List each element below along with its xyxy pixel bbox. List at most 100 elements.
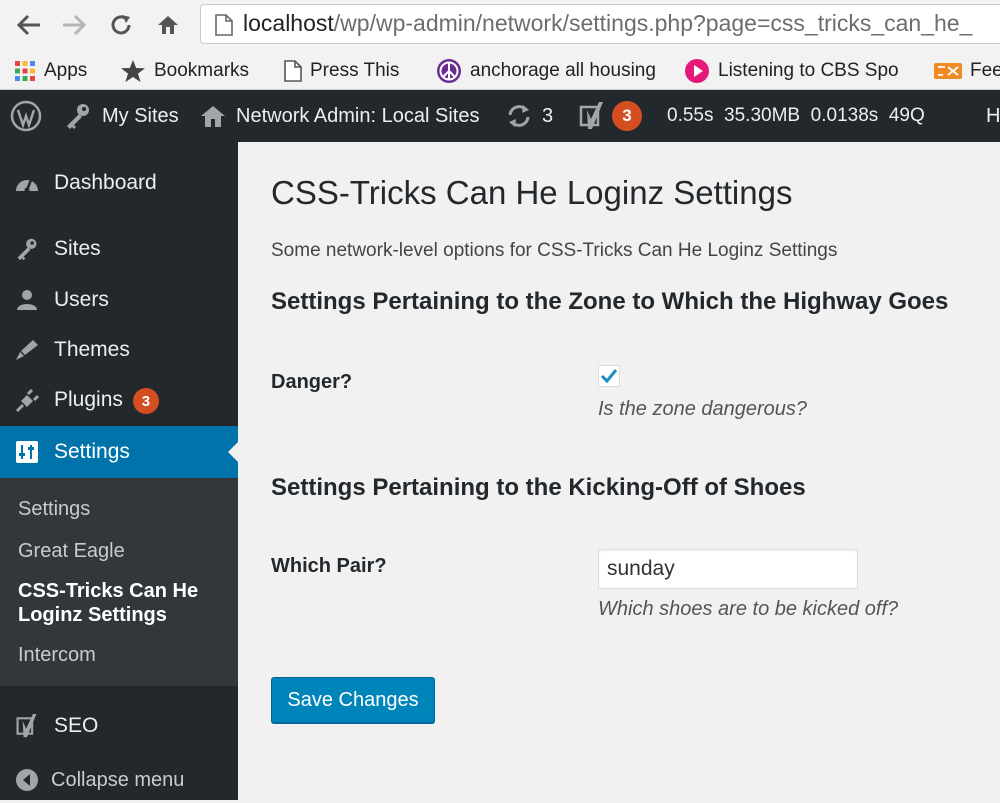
menu-label-text: Plugins (54, 387, 123, 411)
query-monitor-menu[interactable]: 0.55s 35.30MB 0.0138s 49Q (667, 90, 925, 142)
home-icon (200, 104, 226, 128)
collapse-arrow-icon (14, 768, 40, 792)
page-title: CSS-Tricks Can He Loginz Settings (271, 174, 793, 211)
reload-button[interactable] (106, 9, 136, 41)
dashboard-icon (14, 171, 40, 195)
menu-label: Collapse menu (51, 768, 185, 791)
perf-time: 0.55s (667, 105, 714, 126)
bookmark-bookmarks[interactable]: Bookmarks (120, 58, 249, 84)
menu-sites[interactable]: Sites (0, 226, 238, 272)
settings-submenu: Settings Great Eagle CSS-Tricks Can He L… (0, 478, 238, 686)
yoast-badge: 3 (612, 101, 642, 131)
wp-logo-menu[interactable] (10, 90, 42, 142)
back-button[interactable] (14, 9, 44, 41)
menu-label: Plugins 3 (54, 388, 159, 415)
menu-settings[interactable]: Settings (0, 426, 238, 478)
perf-queries: 49Q (888, 105, 925, 126)
forward-arrow-icon (63, 14, 87, 36)
back-arrow-icon (16, 14, 40, 36)
bookmark-cbs[interactable]: Listening to CBS Spo (684, 58, 910, 84)
menu-label: Dashboard (54, 171, 157, 194)
bookmark-label: Fee (970, 60, 1000, 81)
play-icon (684, 58, 710, 84)
settings-icon (14, 440, 40, 464)
bookmarks-bar: Apps Bookmarks Press This anchorage all … (0, 52, 1000, 90)
url-path: /wp/wp-admin/network/settings.php?page=c… (333, 10, 973, 36)
bookmark-label: Press This (310, 60, 400, 81)
plugins-update-badge: 3 (132, 388, 159, 415)
themes-icon (14, 338, 40, 362)
key-icon (64, 102, 92, 130)
key-icon (14, 237, 40, 261)
wp-admin-bar: My Sites Network Admin: Local Sites 3 3 … (0, 90, 1000, 142)
submenu-settings[interactable]: Settings (18, 497, 228, 521)
section-heading-zone: Settings Pertaining to the Zone to Which… (271, 288, 949, 315)
account-menu[interactable]: H (986, 90, 1000, 142)
reload-icon (111, 15, 131, 35)
my-sites-menu[interactable]: My Sites (64, 90, 179, 142)
danger-checkbox[interactable] (598, 365, 620, 387)
menu-themes[interactable]: Themes (0, 327, 238, 373)
yoast-menu[interactable]: 3 (578, 90, 642, 142)
home-button[interactable] (153, 9, 183, 41)
bookmark-label: Apps (44, 60, 88, 81)
updates-icon (506, 104, 532, 128)
feed-icon (934, 63, 962, 79)
users-icon (14, 288, 40, 312)
menu-dashboard[interactable]: Dashboard (0, 160, 238, 206)
bookmark-press-this[interactable]: Press This (284, 58, 399, 84)
menu-label: Users (54, 288, 109, 311)
bookmark-label: Bookmarks (154, 60, 250, 81)
admin-sidebar: Dashboard Sites Users Themes Plugins 3 Se… (0, 142, 238, 800)
my-sites-label: My Sites (102, 104, 179, 127)
bookmark-label: anchorage all housing (470, 60, 656, 81)
page-description: Some network-level options for CSS-Trick… (271, 240, 838, 261)
submenu-css-tricks-can-he-loginz[interactable]: CSS-Tricks Can He Loginz Settings (18, 579, 208, 627)
updates-count: 3 (542, 104, 554, 127)
apps-grid-icon (14, 60, 36, 82)
star-icon (120, 59, 146, 83)
home-icon (158, 16, 178, 34)
wordpress-logo-icon (10, 100, 42, 132)
url-text: localhost/wp/wp-admin/network/settings.p… (243, 10, 972, 37)
page-icon (284, 60, 302, 82)
bookmark-feed[interactable]: Fee (934, 58, 1000, 84)
menu-label: Themes (54, 338, 130, 361)
updates-menu[interactable]: 3 (506, 90, 553, 142)
collapse-menu-button[interactable]: Collapse menu (0, 757, 238, 803)
yoast-icon (14, 714, 40, 738)
menu-plugins[interactable]: Plugins 3 (0, 378, 238, 424)
which-pair-input[interactable] (598, 549, 858, 589)
plugins-icon (14, 389, 40, 413)
field-desc-which-pair: Which shoes are to be kicked off? (598, 598, 899, 620)
field-label-which-pair: Which Pair? (271, 555, 387, 577)
menu-seo[interactable]: SEO (0, 703, 238, 749)
submenu-intercom[interactable]: Intercom (18, 643, 228, 667)
menu-label: Sites (54, 237, 101, 260)
section-heading-shoes: Settings Pertaining to the Kicking-Off o… (271, 474, 806, 501)
network-admin-label: Network Admin: Local Sites (236, 104, 480, 127)
field-label-danger: Danger? (271, 371, 353, 393)
peace-icon (436, 58, 462, 84)
perf-query-time: 0.0138s (810, 105, 879, 126)
bookmark-anchorage[interactable]: anchorage all housing (436, 58, 662, 84)
bookmark-label: Listening to CBS Spo (718, 60, 899, 81)
forward-button[interactable] (59, 9, 89, 41)
main-content: CSS-Tricks Can He Loginz Settings Some n… (238, 142, 1000, 800)
perf-memory: 35.30MB (724, 105, 801, 126)
field-desc-danger: Is the zone dangerous? (598, 398, 808, 420)
browser-toolbar: localhost/wp/wp-admin/network/settings.p… (0, 0, 1000, 52)
url-host: localhost (243, 10, 334, 36)
howdy-label: H (986, 104, 1000, 127)
network-admin-menu[interactable]: Network Admin: Local Sites (200, 90, 479, 142)
checkmark-icon (600, 369, 618, 384)
menu-label: SEO (54, 714, 99, 737)
menu-users[interactable]: Users (0, 277, 238, 323)
menu-label: Settings (54, 440, 130, 463)
yoast-icon (578, 101, 606, 131)
bookmark-apps[interactable]: Apps (14, 58, 87, 84)
url-bar[interactable]: localhost/wp/wp-admin/network/settings.p… (200, 4, 1000, 44)
submenu-great-eagle[interactable]: Great Eagle (18, 539, 228, 563)
save-changes-button[interactable]: Save Changes (271, 677, 435, 723)
page-icon (215, 14, 233, 36)
